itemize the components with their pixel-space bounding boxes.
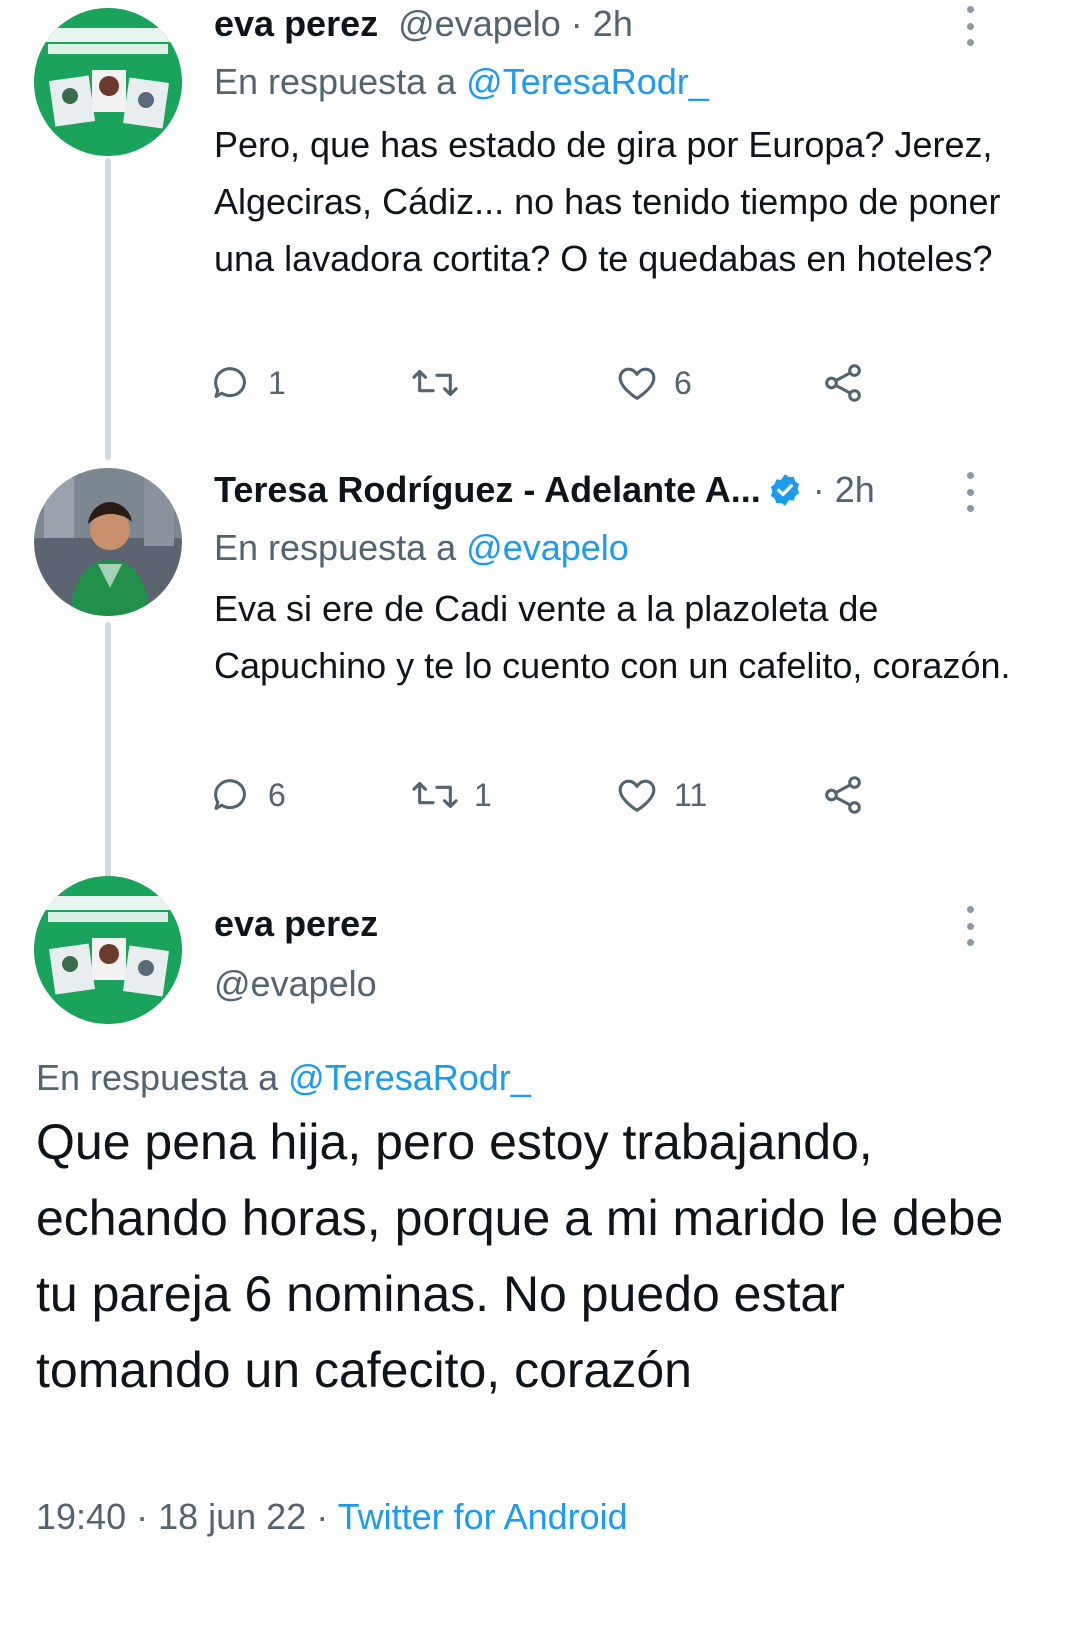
- reply-count: 6: [268, 776, 286, 813]
- tweet-text: Que pena hija, pero estoy trabajando, ec…: [36, 1114, 1004, 1398]
- reply-context: En respuesta a @TeresaRodr_: [36, 1057, 531, 1098]
- reply-context: En respuesta a @TeresaRodr_: [214, 61, 709, 102]
- reply-handle-link[interactable]: @TeresaRodr_: [288, 1057, 531, 1098]
- avatar-image: [34, 8, 182, 156]
- share-button[interactable]: [820, 360, 866, 406]
- reply-handle-link[interactable]: @evapelo: [466, 527, 629, 568]
- avatar-image: [34, 876, 182, 1024]
- verified-badge-icon: [770, 474, 799, 506]
- thread-line: [105, 622, 111, 884]
- reply-button[interactable]: 1: [208, 360, 286, 406]
- like-icon: [618, 367, 656, 400]
- share-icon: [825, 364, 861, 402]
- retweet-count: 1: [474, 776, 492, 813]
- more-icon[interactable]: [964, 472, 976, 512]
- reply-icon: [214, 779, 246, 810]
- avatar[interactable]: [34, 876, 182, 1024]
- retweet-button[interactable]: 1: [410, 772, 492, 818]
- like-count: 6: [674, 364, 692, 401]
- timestamp[interactable]: 2h: [835, 469, 875, 510]
- share-icon: [825, 776, 861, 814]
- like-icon: [618, 779, 656, 812]
- retweet-icon: [412, 369, 458, 397]
- tweet-header: eva perez @evapelo · 2h: [214, 4, 633, 44]
- thread-line: [105, 158, 111, 460]
- reply-icon: [214, 367, 246, 398]
- author-name[interactable]: eva perez: [214, 904, 378, 944]
- more-icon[interactable]: [964, 906, 976, 946]
- avatar[interactable]: [34, 468, 182, 616]
- like-count: 11: [674, 776, 708, 813]
- reply-count: 1: [268, 364, 286, 401]
- author-handle[interactable]: @evapelo: [214, 964, 377, 1004]
- tweet-text: Pero, que has estado de gira por Europa?…: [214, 124, 1001, 279]
- retweet-icon: [412, 781, 458, 809]
- avatar[interactable]: [34, 8, 182, 156]
- tweet-text: Eva si ere de Cadi vente a la plazoleta …: [214, 588, 1011, 686]
- retweet-button[interactable]: [410, 360, 474, 406]
- tweet-date[interactable]: 18 jun 22: [158, 1496, 306, 1537]
- like-button[interactable]: 6: [614, 360, 692, 406]
- separator: ·: [560, 3, 593, 44]
- client-link[interactable]: Twitter for Android: [338, 1496, 628, 1537]
- more-icon[interactable]: [964, 6, 976, 46]
- tweet-time[interactable]: 19:40: [36, 1496, 126, 1537]
- author-name[interactable]: Teresa Rodríguez - Adelante A...: [214, 469, 761, 510]
- author-handle[interactable]: @evapelo: [388, 3, 561, 44]
- reply-button[interactable]: 6: [208, 772, 286, 818]
- tweet-header: Teresa Rodríguez - Adelante A... · 2h: [214, 470, 875, 510]
- reply-handle-link[interactable]: @TeresaRodr_: [466, 61, 709, 102]
- author-name[interactable]: eva perez: [214, 3, 378, 44]
- reply-context: En respuesta a @evapelo: [214, 527, 629, 568]
- timestamp[interactable]: 2h: [593, 3, 633, 44]
- share-button[interactable]: [820, 772, 866, 818]
- separator: ·: [802, 469, 835, 510]
- tweet-metadata: 19:40 · 18 jun 22 · Twitter for Android: [36, 1496, 628, 1537]
- like-button[interactable]: 11: [614, 772, 707, 818]
- avatar-image: [34, 468, 182, 616]
